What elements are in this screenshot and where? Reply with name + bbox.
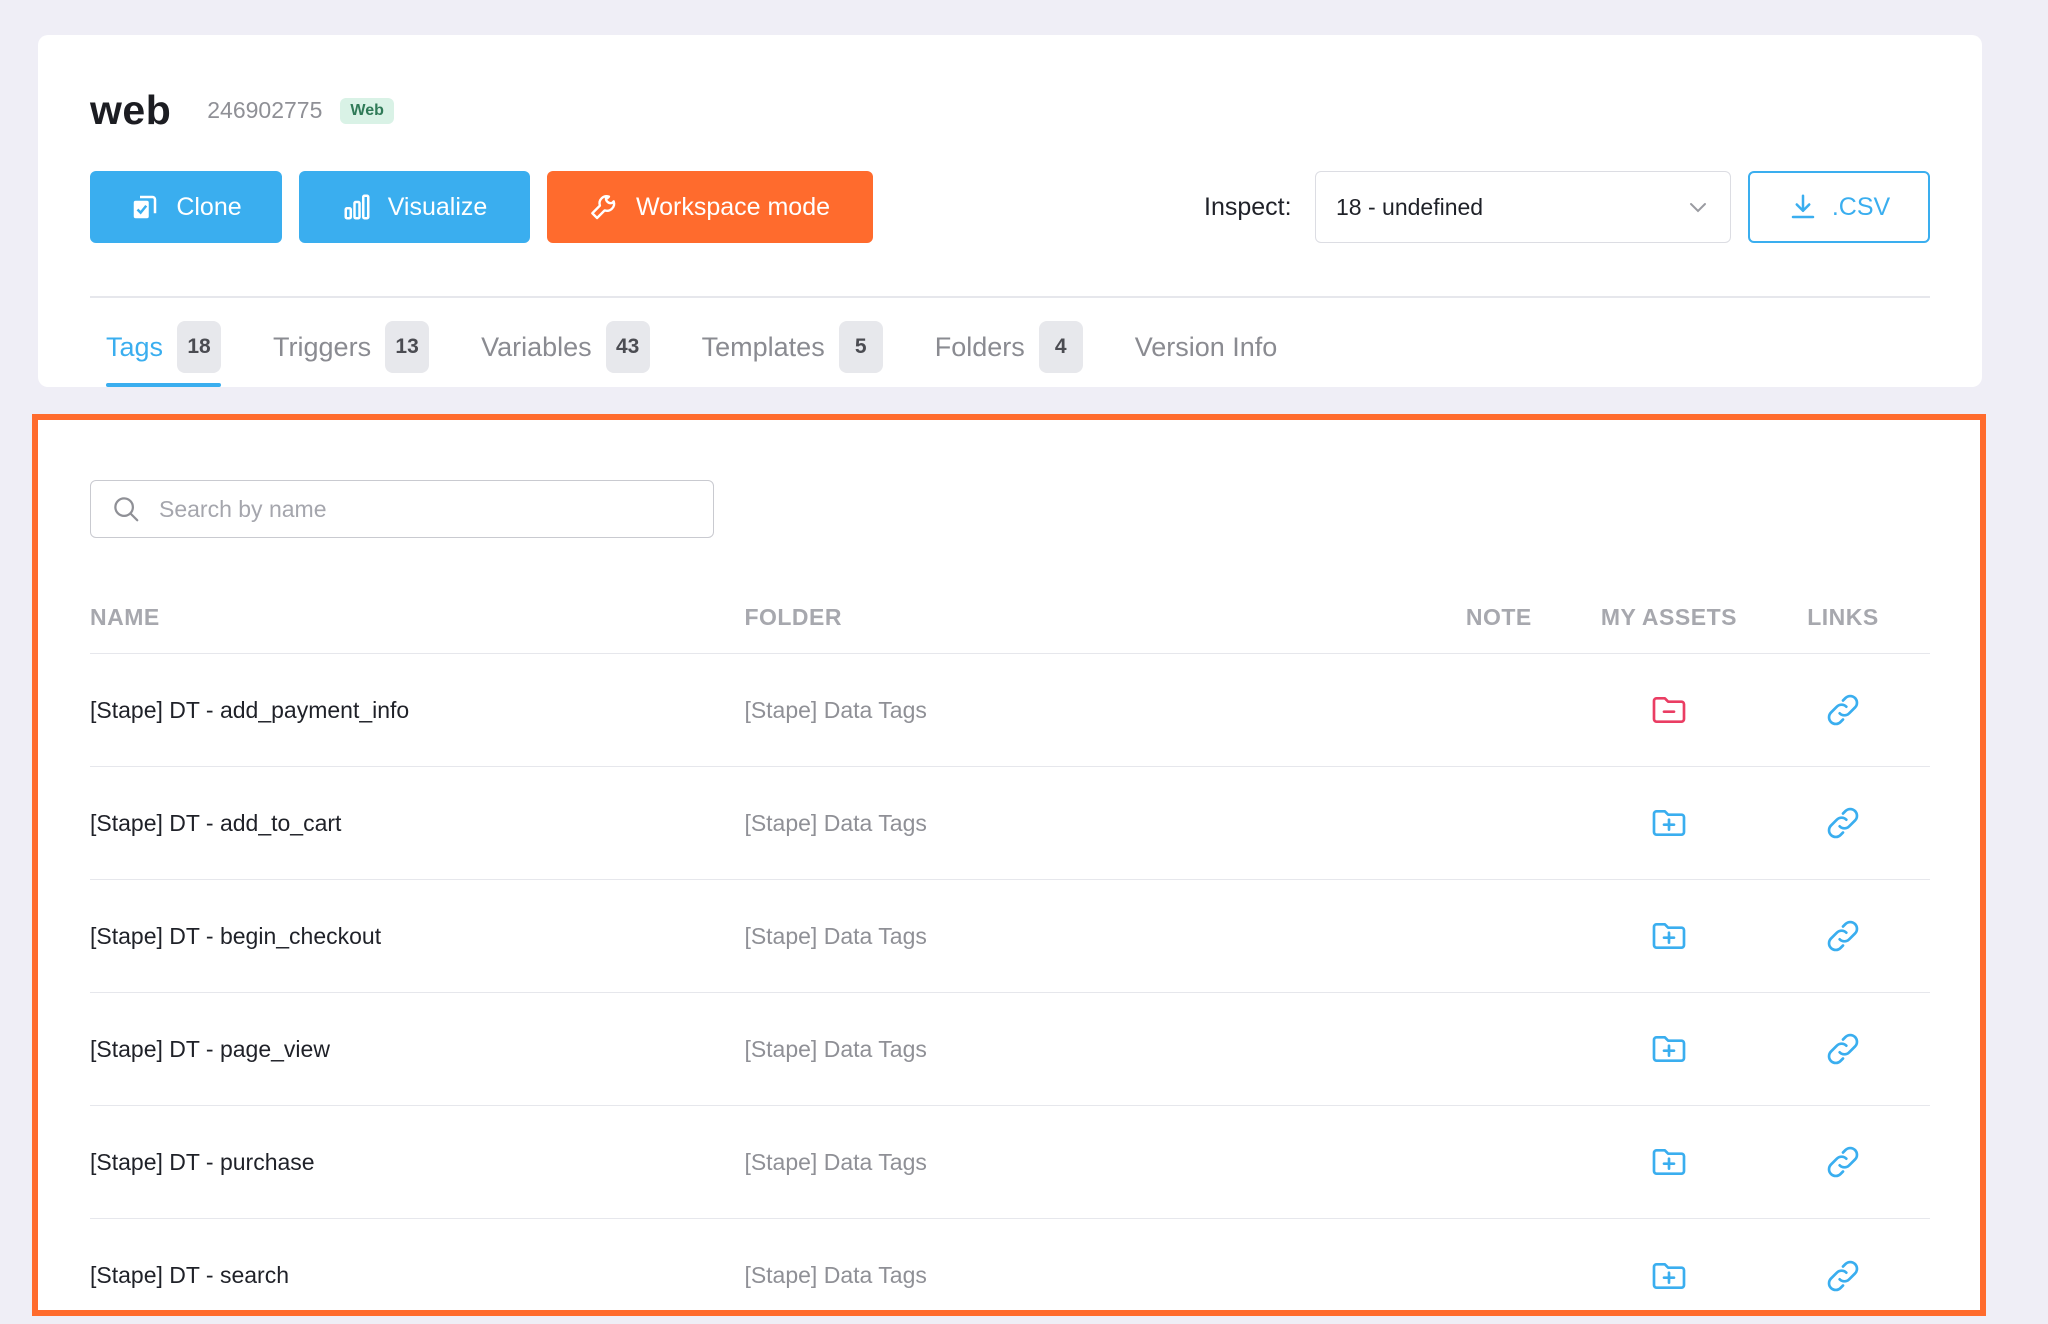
column-header-folder[interactable]: FOLDER [744,604,1415,631]
table-row[interactable]: [Stape] DT - purchase [Stape] Data Tags [90,1106,1930,1219]
tab-count-badge: 4 [1038,321,1083,373]
link-icon [1827,1260,1859,1291]
inspect-label: Inspect: [1204,193,1292,221]
link-icon [1827,920,1859,952]
tag-folder: [Stape] Data Tags [744,696,927,723]
folder-plus-icon [1652,810,1686,836]
tab-triggers[interactable]: Triggers 13 [273,314,430,380]
link-icon [1827,694,1859,726]
link-icon [1827,1146,1859,1178]
column-header-my-assets: MY ASSETS [1600,604,1737,630]
tab-tags[interactable]: Tags 18 [106,314,222,387]
add-to-assets-button[interactable] [1582,1142,1756,1182]
search-icon [114,497,139,522]
tag-name[interactable]: [Stape] DT - search [90,1262,744,1289]
workspace-mode-button[interactable]: Workspace mode [547,171,873,243]
table-row[interactable]: [Stape] DT - add_payment_info [Stape] Da… [90,654,1930,767]
folder-plus-icon [1652,923,1686,949]
container-name: web [90,87,172,133]
visualize-button[interactable]: Visualize [299,171,530,243]
tab-label: Version Info [1134,331,1278,362]
link-icon [1827,1033,1859,1065]
link-button[interactable] [1756,1142,1930,1182]
link-button[interactable] [1756,1256,1930,1296]
link-button[interactable] [1756,1029,1930,1069]
tab-count-badge: 43 [605,321,650,373]
add-to-assets-button[interactable] [1582,1256,1756,1296]
add-to-assets-button[interactable] [1582,803,1756,843]
tags-table: NAME FOLDER NOTE MY ASSETS LINKS [Stape]… [90,582,1930,1324]
tags-list-panel: NAME FOLDER NOTE MY ASSETS LINKS [Stape]… [32,414,1986,1316]
folder-plus-icon [1652,1262,1686,1289]
table-row[interactable]: [Stape] DT - search [Stape] Data Tags [90,1219,1930,1324]
tab-variables[interactable]: Variables 43 [481,314,650,380]
tab-version-info[interactable]: Version Info [1135,314,1278,380]
search-input[interactable] [159,495,679,523]
table-row[interactable]: [Stape] DT - add_to_cart [Stape] Data Ta… [90,767,1930,880]
tab-templates[interactable]: Templates 5 [702,314,883,380]
export-csv-label: .CSV [1831,192,1891,221]
tab-folders[interactable]: Folders 4 [935,314,1083,380]
bar-chart-icon [344,194,370,220]
link-button[interactable] [1756,690,1930,730]
tag-name[interactable]: [Stape] DT - page_view [90,1036,744,1063]
chevron-down-icon [1690,203,1706,213]
header-divider [90,296,1930,298]
folder-plus-icon [1652,1036,1686,1062]
link-icon [1827,807,1859,839]
visualize-button-label: Visualize [387,192,488,221]
column-header-name[interactable]: NAME [90,604,744,631]
folder-minus-icon [1652,697,1686,723]
container-id: 246902775 [207,97,323,123]
link-button[interactable] [1756,803,1930,843]
add-to-assets-button[interactable] [1582,916,1756,956]
folder-plus-icon [1652,1149,1686,1175]
tab-count-badge: 5 [838,321,883,373]
tag-name[interactable]: [Stape] DT - begin_checkout [90,923,744,950]
tag-folder: [Stape] Data Tags [744,1262,927,1288]
search-box [90,480,714,538]
title-row: web 246902775 Web [90,87,394,134]
table-row[interactable]: [Stape] DT - begin_checkout [Stape] Data… [90,880,1930,993]
tag-folder: [Stape] Data Tags [744,1035,927,1062]
tab-label: Tags [106,331,164,362]
workspace-mode-label: Workspace mode [635,192,831,221]
remove-from-assets-button[interactable] [1582,690,1756,730]
tag-folder: [Stape] Data Tags [744,922,927,949]
column-header-note: NOTE [1465,604,1532,630]
tag-folder: [Stape] Data Tags [744,809,927,836]
tag-name[interactable]: [Stape] DT - purchase [90,1149,744,1176]
export-csv-button[interactable]: .CSV [1748,171,1930,243]
inspect-selected-value: 18 - undefined [1336,193,1484,220]
tab-label: Templates [701,331,825,362]
container-type-badge: Web [340,97,394,124]
tag-folder: [Stape] Data Tags [744,1148,927,1175]
add-to-assets-button[interactable] [1582,1029,1756,1069]
inspect-version-select[interactable]: 18 - undefined [1315,171,1731,243]
tag-name[interactable]: [Stape] DT - add_payment_info [90,697,744,724]
tab-count-badge: 13 [385,321,430,373]
download-icon [1791,194,1815,219]
tag-name[interactable]: [Stape] DT - add_to_cart [90,810,744,837]
table-header: NAME FOLDER NOTE MY ASSETS LINKS [90,582,1930,654]
tab-count-badge: 18 [177,321,222,373]
clone-icon [134,195,157,219]
tab-label: Folders [934,331,1025,362]
clone-button[interactable]: Clone [90,171,282,243]
container-header-card: web 246902775 Web Clone Visualize Worksp… [38,35,1982,387]
link-button[interactable] [1756,916,1930,956]
tab-label: Triggers [273,331,372,362]
tab-bar: Tags 18 Triggers 13 Variables 43 Templat… [106,314,1329,387]
tab-label: Variables [481,331,592,362]
clone-button-label: Clone [176,192,242,221]
column-header-links: LINKS [1807,604,1879,630]
table-row[interactable]: [Stape] DT - page_view [Stape] Data Tags [90,993,1930,1106]
wrench-icon [591,195,616,220]
